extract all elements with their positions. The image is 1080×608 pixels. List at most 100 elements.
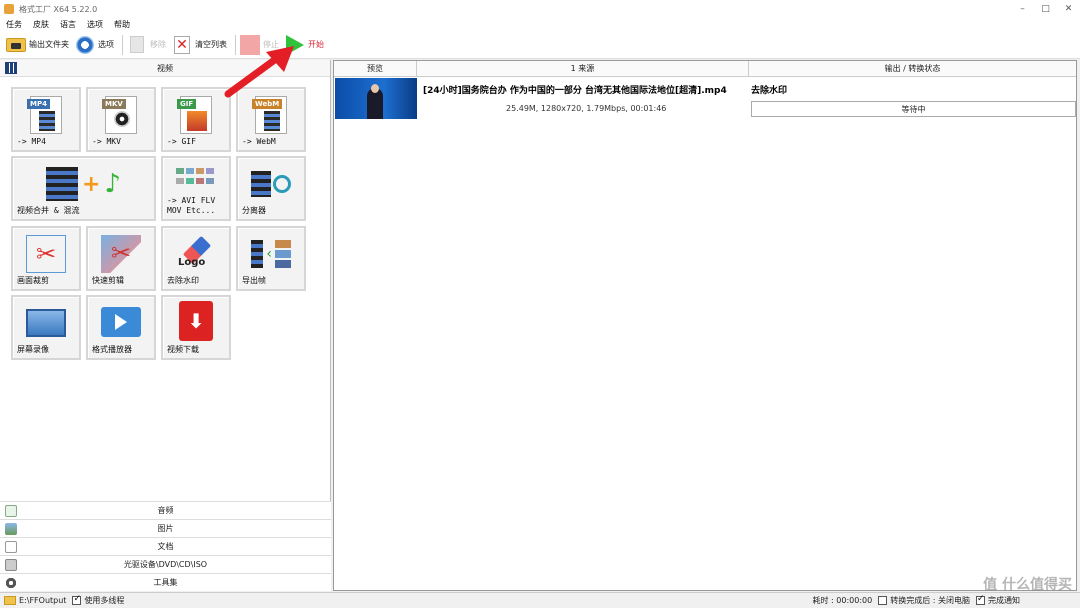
tile-video-merge-mux[interactable]: + ♪ 视频合并 & 混流	[11, 156, 156, 221]
tile-quick-cut[interactable]: ✂ 快速剪辑	[86, 226, 156, 291]
start-label: 开始	[308, 40, 324, 49]
quick-cut-icon: ✂	[101, 235, 141, 273]
menu-language[interactable]: 语言	[60, 19, 76, 30]
app-icon	[4, 4, 14, 14]
output-folder-label: 输出文件夹	[29, 40, 69, 49]
folder-icon	[4, 596, 16, 605]
tile-label: -> MKV	[92, 137, 121, 146]
task-list-header: 预览 1 来源 输出 / 转换状态	[334, 61, 1076, 77]
notify-checkbox[interactable]	[976, 594, 985, 605]
tile-label: 分离器	[242, 206, 266, 215]
options-button[interactable]: 选项	[75, 35, 114, 55]
multithread-label: 使用多线程	[84, 596, 125, 605]
tile-label: 快速剪辑	[92, 276, 124, 285]
menu-help[interactable]: 帮助	[114, 19, 130, 30]
annotation-arrow-icon	[224, 46, 294, 98]
elapsed-time: 耗时 : 00:00:00	[812, 596, 873, 605]
remove-icon	[130, 36, 144, 53]
gif-file-icon: GIF	[177, 96, 212, 134]
category-optical-disc[interactable]: 光驱设备\DVD\CD\ISO	[0, 555, 331, 573]
output-folder-button[interactable]: 输出文件夹	[6, 35, 69, 55]
conversion-status: 等待中	[751, 101, 1076, 117]
tile-label: 格式播放器	[92, 345, 132, 354]
tile-label: 屏幕录像	[17, 345, 49, 354]
category-list: 音频 图片 文档 光驱设备\DVD\CD\ISO 工具集	[0, 501, 331, 591]
tile-to-mkv[interactable]: MKV -> MKV	[86, 87, 156, 152]
category-toolbox[interactable]: 工具集	[0, 573, 331, 591]
menu-task[interactable]: 任务	[6, 19, 22, 30]
output-operation: 去除水印	[751, 86, 788, 96]
task-row[interactable]: [24小时]国务院台办 作为中国的一部分 台湾无其他国际法地位[超清].mp4 …	[334, 77, 1076, 121]
output-path[interactable]: E:\FFOutput	[19, 596, 66, 605]
minimize-button[interactable]: –	[1011, 0, 1034, 18]
document-icon	[5, 541, 17, 553]
picture-icon	[5, 523, 17, 535]
tile-label: 视频合并 & 混流	[17, 206, 80, 215]
tile-export-frames[interactable]: ‹ 导出帧	[236, 226, 306, 291]
source-filename: [24小时]国务院台办 作为中国的一部分 台湾无其他国际法地位[超清].mp4	[423, 86, 727, 96]
remove-label: 移除	[150, 40, 166, 49]
tile-to-mp4[interactable]: MP4 -> MP4	[11, 87, 81, 152]
film-icon	[5, 62, 17, 74]
folder-icon	[6, 37, 26, 52]
category-panel: 视频 MP4 -> MP4 MKV -> MKV GIF -> GIF WebM…	[0, 60, 331, 591]
clear-list-button[interactable]: ✕ 清空列表	[172, 35, 227, 55]
crop-scissors-icon: ✂	[26, 235, 66, 273]
tile-to-avi-flv-mov[interactable]: -> AVI FLV MOV Etc...	[161, 156, 231, 221]
player-icon	[101, 307, 141, 337]
category-document[interactable]: 文档	[0, 537, 331, 555]
clear-list-icon: ✕	[174, 35, 190, 54]
toolbar-separator	[122, 34, 123, 55]
window-controls: – □ ✕	[1011, 0, 1080, 18]
options-label: 选项	[98, 40, 114, 49]
close-button[interactable]: ✕	[1057, 0, 1080, 18]
task-list: 预览 1 来源 输出 / 转换状态 [24小时]国务院台办 作为中国的一部分 台…	[333, 60, 1077, 591]
multithread-checkbox[interactable]	[72, 594, 82, 605]
tile-video-download[interactable]: ⬇ 视频下载	[161, 295, 231, 360]
source-info: 25.49M, 1280x720, 1.79Mbps, 00:01:46	[506, 104, 667, 113]
remove-button[interactable]: 移除	[127, 35, 166, 55]
menu-bar: 任务 皮肤 语言 选项 帮助	[0, 18, 1080, 31]
mkv-file-icon: MKV	[102, 96, 137, 134]
disc-drive-icon	[5, 559, 17, 571]
video-thumbnail	[335, 78, 417, 119]
tile-remove-watermark[interactable]: Logo 去除水印	[161, 226, 231, 291]
options-icon	[76, 35, 94, 54]
toolbar: 输出文件夹 选项 移除 ✕ 清空列表 停止 开始	[0, 31, 1080, 59]
tile-label: -> AVI FLV MOV Etc...	[167, 196, 216, 215]
eraser-icon: Logo	[176, 235, 216, 273]
tile-splitter[interactable]: 分离器	[236, 156, 306, 221]
tile-label: -> WebM	[242, 137, 276, 146]
tile-label: -> GIF	[167, 137, 196, 146]
menu-options[interactable]: 选项	[87, 19, 103, 30]
column-preview[interactable]: 预览	[334, 61, 417, 76]
column-output-status[interactable]: 输出 / 转换状态	[749, 61, 1076, 76]
tile-screen-record[interactable]: 屏幕录像	[11, 295, 81, 360]
mp4-file-icon: MP4	[27, 96, 62, 134]
menu-skin[interactable]: 皮肤	[33, 19, 49, 30]
site-watermark: 值 什么值得买	[983, 577, 1072, 593]
export-frames-icon: ‹	[251, 235, 291, 273]
download-icon: ⬇	[179, 301, 213, 341]
formats-icon	[176, 168, 216, 186]
category-audio[interactable]: 音频	[0, 501, 331, 519]
notify-label: 完成通知	[988, 596, 1020, 605]
tile-label: 视频下载	[167, 345, 199, 354]
title-bar: 格式工厂 X64 5.22.0 – □ ✕	[0, 0, 1080, 18]
window-title: 格式工厂 X64 5.22.0	[19, 4, 98, 14]
category-image[interactable]: 图片	[0, 519, 331, 537]
tile-format-player[interactable]: 格式播放器	[86, 295, 156, 360]
screen-record-icon	[26, 309, 66, 337]
status-bar: E:\FFOutput 使用多线程 耗时 : 00:00:00 转换完成后 : …	[0, 592, 1080, 608]
after-convert-checkbox[interactable]	[878, 596, 888, 605]
tile-label: 画面裁剪	[17, 276, 49, 285]
merge-icon: + ♪	[29, 165, 139, 203]
tile-label: 去除水印	[167, 276, 199, 285]
tile-to-gif[interactable]: GIF -> GIF	[161, 87, 231, 152]
splitter-icon	[251, 165, 291, 203]
maximize-button[interactable]: □	[1034, 0, 1057, 18]
tile-label: -> MP4	[17, 137, 46, 146]
column-source[interactable]: 1 来源	[417, 61, 749, 76]
tile-label: 导出帧	[242, 276, 266, 285]
tile-crop[interactable]: ✂ 画面裁剪	[11, 226, 81, 291]
